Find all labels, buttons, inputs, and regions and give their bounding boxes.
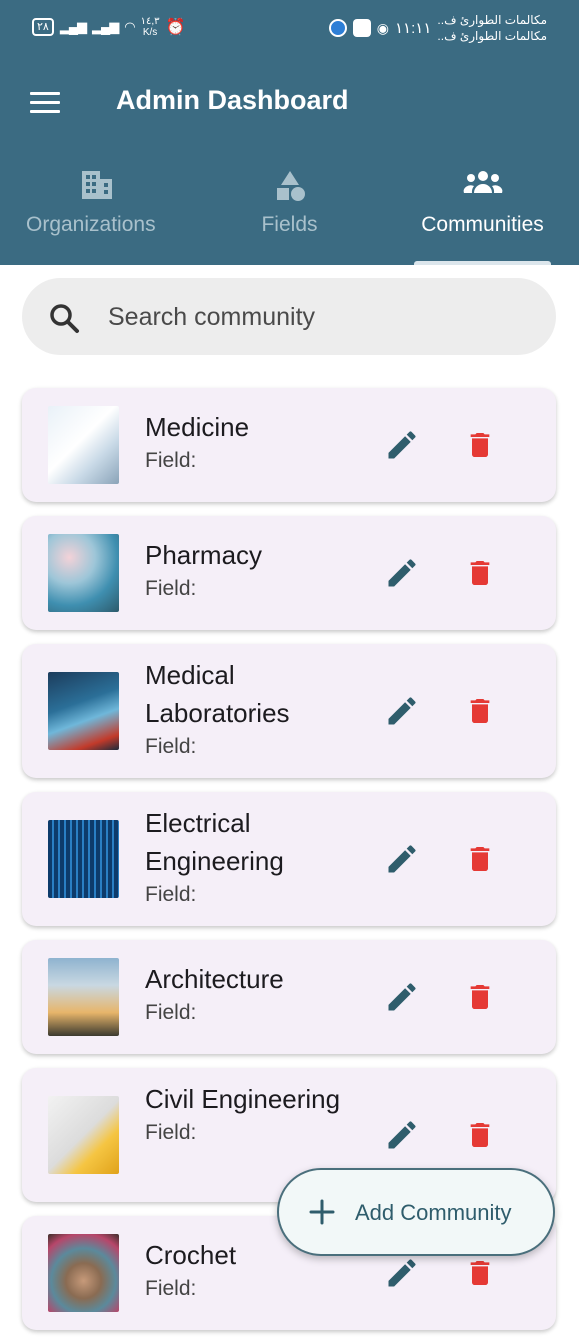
status-bar-left: ٢٨ ▂▄▆ ▂▄▆ ◠ ١٤,٣ K/s ⏰ (32, 16, 185, 38)
network-speed-unit: K/s (142, 27, 158, 38)
delete-icon[interactable] (464, 555, 496, 591)
battery-icon: ٢٨ (32, 18, 54, 36)
menu-icon[interactable] (30, 92, 60, 114)
wifi-icon: ◠ (124, 19, 135, 34)
delete-icon[interactable] (464, 427, 496, 463)
delete-icon[interactable] (464, 841, 496, 877)
community-field: Field: (145, 735, 197, 758)
delete-icon[interactable] (464, 979, 496, 1015)
network-speed-value: ١٤,٣ (140, 16, 160, 27)
community-image (48, 406, 119, 484)
globe-icon (328, 19, 347, 37)
app-bar: Admin Dashboard (0, 60, 579, 145)
community-name: Medical Laboratories (145, 660, 290, 728)
tab-label: Organizations (26, 213, 156, 236)
tab-indicator (414, 261, 551, 265)
tab-communities[interactable]: Communities (386, 145, 579, 265)
edit-icon[interactable] (384, 555, 420, 591)
tab-label: Fields (261, 213, 318, 236)
status-bar: ٢٨ ▂▄▆ ▂▄▆ ◠ ١٤,٣ K/s ⏰ ◉ ١١:١١ مكالمات ا… (0, 0, 579, 60)
community-name: Architecture (145, 964, 284, 994)
tab-fields[interactable]: Fields (193, 145, 386, 265)
building-icon (81, 171, 112, 199)
search-input[interactable] (106, 278, 530, 357)
edit-icon[interactable] (384, 979, 420, 1015)
tab-bar: Organizations Fields Communities (0, 145, 579, 265)
community-field: Field: (145, 577, 197, 600)
community-name: Medicine (145, 412, 250, 442)
network-speed: ١٤,٣ K/s (141, 16, 160, 38)
search-icon (50, 304, 79, 333)
alarm-icon: ⏰ (165, 19, 186, 36)
list-item[interactable]: Pharmacy Field: (22, 516, 556, 630)
messenger-icon: ◉ (376, 19, 389, 36)
edit-icon[interactable] (384, 427, 420, 463)
community-image (48, 534, 119, 612)
community-image (48, 1096, 119, 1174)
community-field: Field: (145, 449, 197, 472)
community-name: Civil Engineering (145, 1084, 341, 1114)
page-title: Admin Dashboard (116, 85, 349, 115)
plus-icon (309, 1199, 335, 1225)
community-image (48, 820, 119, 898)
community-name: Electrical Engineering (145, 808, 284, 876)
notification-line: مكالمات الطوارئ ف.. (437, 13, 547, 27)
community-field: Field: (145, 1277, 197, 1300)
tab-label: Communities (421, 213, 544, 236)
notification-text: مكالمات الطوارئ ف.. مكالمات الطوارئ ف.. (437, 12, 547, 44)
app-icon (352, 19, 371, 37)
notification-line: مكالمات الطوارئ ف.. (437, 29, 547, 43)
edit-icon[interactable] (384, 1255, 420, 1291)
groups-icon (463, 171, 502, 193)
list-item[interactable]: Electrical Engineering Field: (22, 792, 556, 926)
list-item[interactable]: Architecture Field: (22, 940, 556, 1054)
status-bar-right: ◉ ١١:١١ مكالمات الطوارئ ف.. مكالمات الطوا… (328, 12, 547, 44)
delete-icon[interactable] (464, 693, 496, 729)
tab-organizations[interactable]: Organizations (0, 145, 193, 265)
community-field: Field: (145, 1001, 197, 1024)
community-image (48, 958, 119, 1036)
delete-icon[interactable] (464, 1255, 496, 1291)
list-item[interactable]: Medicine Field: (22, 388, 556, 502)
community-name: Pharmacy (145, 540, 263, 570)
community-field: Field: (145, 883, 197, 906)
add-community-label: Add Community (355, 1200, 512, 1225)
community-image (48, 1234, 119, 1312)
signal-icon: ▂▄▆ (92, 19, 119, 34)
add-community-button[interactable]: Add Community (277, 1168, 555, 1256)
community-field: Field: (145, 1121, 197, 1144)
list-item[interactable]: Medical Laboratories Field: (22, 644, 556, 778)
edit-icon[interactable] (384, 841, 420, 877)
signal-icon: ▂▄▆ (59, 19, 87, 34)
edit-icon[interactable] (384, 1117, 420, 1153)
community-image (48, 672, 119, 750)
delete-icon[interactable] (464, 1117, 496, 1153)
clock: ١١:١١ (395, 20, 432, 37)
edit-icon[interactable] (384, 693, 420, 729)
search-bar[interactable] (22, 278, 556, 357)
shapes-icon (276, 171, 305, 201)
